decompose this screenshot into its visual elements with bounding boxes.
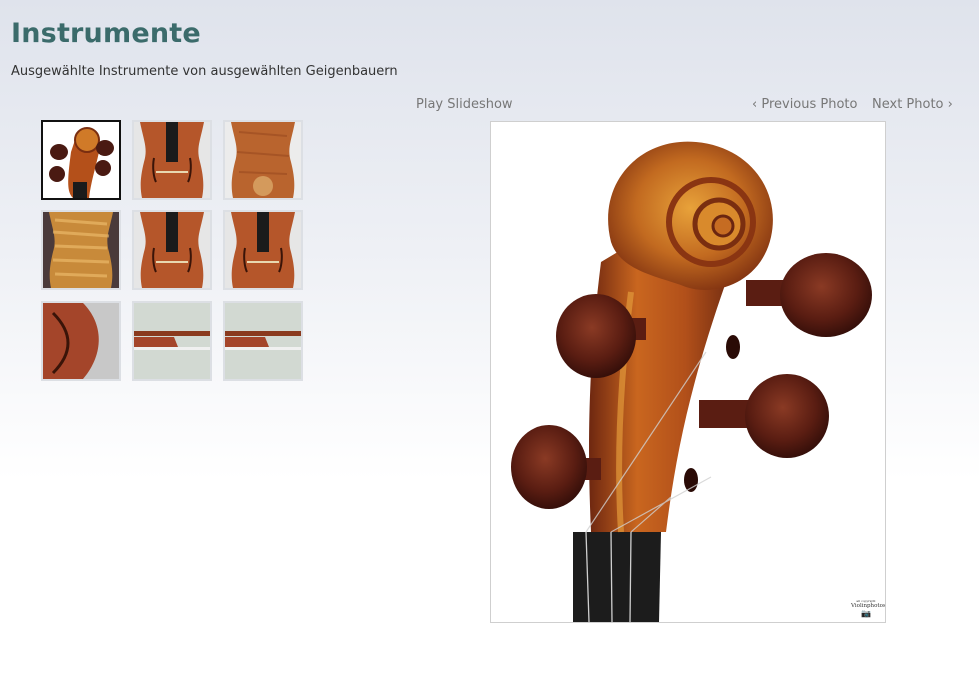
thumbnail[interactable] (132, 210, 212, 290)
thumbnail[interactable] (223, 301, 303, 381)
thumbnail-image (225, 303, 301, 379)
page-title: Instrumente (11, 18, 201, 49)
page-subtitle: Ausgewählte Instrumente von ausgewählten… (11, 64, 398, 79)
violin-scroll-photo (511, 141, 872, 622)
thumbnail[interactable] (132, 301, 212, 381)
thumbnail-image (134, 122, 210, 198)
thumbnail[interactable] (132, 120, 212, 200)
thumbnail[interactable] (41, 210, 121, 290)
thumbnail[interactable] (41, 301, 121, 381)
thumbnail-image (225, 122, 301, 198)
thumbnail-image (134, 303, 210, 379)
thumbnail[interactable] (41, 120, 121, 200)
photographer-watermark: all copyright Violinphotos 📷 (851, 599, 885, 618)
camera-icon: 📷 (861, 609, 871, 618)
previous-photo-link[interactable]: ‹ Previous Photo (752, 97, 858, 112)
thumbnail-image (43, 122, 119, 198)
thumbnail-image (43, 212, 119, 288)
thumbnail-image (43, 303, 119, 379)
thumbnail[interactable] (223, 210, 303, 290)
thumbnail[interactable] (223, 120, 303, 200)
next-photo-link[interactable]: Next Photo › (872, 97, 953, 112)
main-photo[interactable]: all copyright Violinphotos 📷 (490, 121, 886, 623)
thumbnail-image (225, 212, 301, 288)
play-slideshow-link[interactable]: Play Slideshow (416, 97, 513, 112)
thumbnail-image (134, 212, 210, 288)
